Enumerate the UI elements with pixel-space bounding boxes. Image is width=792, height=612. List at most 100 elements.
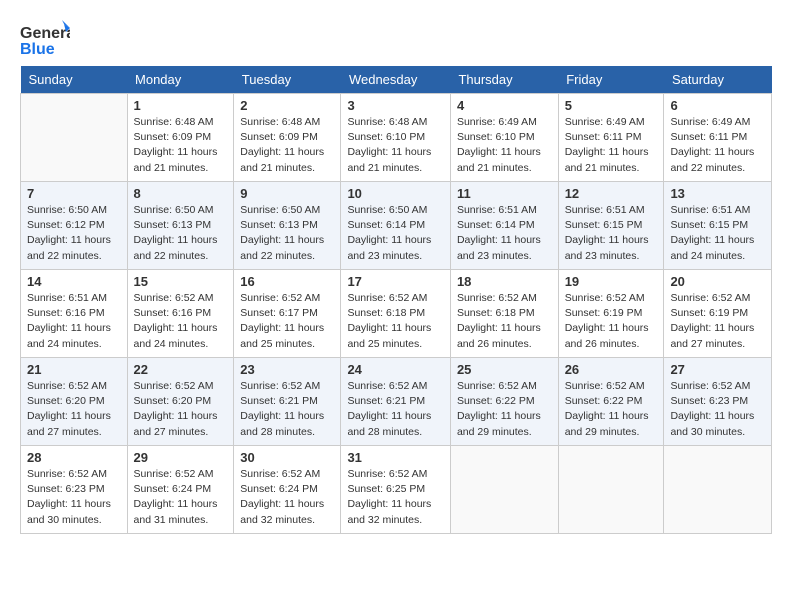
day-info: Sunrise: 6:52 AM Sunset: 6:21 PM Dayligh… xyxy=(240,379,334,440)
day-number: 10 xyxy=(347,186,444,201)
day-info: Sunrise: 6:52 AM Sunset: 6:18 PM Dayligh… xyxy=(347,291,444,352)
col-header-wednesday: Wednesday xyxy=(341,66,451,94)
day-info: Sunrise: 6:52 AM Sunset: 6:24 PM Dayligh… xyxy=(134,467,228,528)
day-number: 31 xyxy=(347,450,444,465)
week-row-3: 14 Sunrise: 6:51 AM Sunset: 6:16 PM Dayli… xyxy=(21,270,772,358)
svg-text:Blue: Blue xyxy=(20,41,55,58)
day-cell: 13 Sunrise: 6:51 AM Sunset: 6:15 PM Dayli… xyxy=(664,182,772,270)
day-number: 18 xyxy=(457,274,552,289)
day-info: Sunrise: 6:49 AM Sunset: 6:10 PM Dayligh… xyxy=(457,115,552,176)
col-header-sunday: Sunday xyxy=(21,66,128,94)
col-header-thursday: Thursday xyxy=(450,66,558,94)
day-cell: 17 Sunrise: 6:52 AM Sunset: 6:18 PM Dayli… xyxy=(341,270,451,358)
day-number: 1 xyxy=(134,98,228,113)
day-number: 21 xyxy=(27,362,121,377)
day-number: 2 xyxy=(240,98,334,113)
calendar-table: SundayMondayTuesdayWednesdayThursdayFrid… xyxy=(20,66,772,534)
day-number: 11 xyxy=(457,186,552,201)
day-cell: 5 Sunrise: 6:49 AM Sunset: 6:11 PM Daylig… xyxy=(558,94,664,182)
day-info: Sunrise: 6:51 AM Sunset: 6:16 PM Dayligh… xyxy=(27,291,121,352)
day-number: 28 xyxy=(27,450,121,465)
day-number: 16 xyxy=(240,274,334,289)
col-header-saturday: Saturday xyxy=(664,66,772,94)
day-number: 22 xyxy=(134,362,228,377)
day-info: Sunrise: 6:52 AM Sunset: 6:17 PM Dayligh… xyxy=(240,291,334,352)
day-info: Sunrise: 6:50 AM Sunset: 6:14 PM Dayligh… xyxy=(347,203,444,264)
day-number: 9 xyxy=(240,186,334,201)
day-number: 14 xyxy=(27,274,121,289)
day-cell: 18 Sunrise: 6:52 AM Sunset: 6:18 PM Dayli… xyxy=(450,270,558,358)
day-cell: 10 Sunrise: 6:50 AM Sunset: 6:14 PM Dayli… xyxy=(341,182,451,270)
day-cell: 1 Sunrise: 6:48 AM Sunset: 6:09 PM Daylig… xyxy=(127,94,234,182)
day-cell: 6Sunrise: 6:49 AM Sunset: 6:11 PM Daylig… xyxy=(664,94,772,182)
logo: General Blue xyxy=(20,18,70,60)
day-cell: 19 Sunrise: 6:52 AM Sunset: 6:19 PM Dayli… xyxy=(558,270,664,358)
day-cell: 9 Sunrise: 6:50 AM Sunset: 6:13 PM Daylig… xyxy=(234,182,341,270)
day-info: Sunrise: 6:50 AM Sunset: 6:12 PM Dayligh… xyxy=(27,203,121,264)
day-info: Sunrise: 6:52 AM Sunset: 6:16 PM Dayligh… xyxy=(134,291,228,352)
day-number: 17 xyxy=(347,274,444,289)
day-cell: 31 Sunrise: 6:52 AM Sunset: 6:25 PM Dayli… xyxy=(341,446,451,534)
day-info: Sunrise: 6:52 AM Sunset: 6:19 PM Dayligh… xyxy=(670,291,765,352)
day-info: Sunrise: 6:52 AM Sunset: 6:23 PM Dayligh… xyxy=(670,379,765,440)
day-info: Sunrise: 6:51 AM Sunset: 6:15 PM Dayligh… xyxy=(670,203,765,264)
day-number: 25 xyxy=(457,362,552,377)
day-info: Sunrise: 6:52 AM Sunset: 6:18 PM Dayligh… xyxy=(457,291,552,352)
week-row-2: 7Sunrise: 6:50 AM Sunset: 6:12 PM Daylig… xyxy=(21,182,772,270)
day-info: Sunrise: 6:51 AM Sunset: 6:14 PM Dayligh… xyxy=(457,203,552,264)
day-info: Sunrise: 6:48 AM Sunset: 6:09 PM Dayligh… xyxy=(240,115,334,176)
day-cell xyxy=(558,446,664,534)
header: General Blue xyxy=(20,18,772,60)
day-number: 26 xyxy=(565,362,658,377)
day-info: Sunrise: 6:48 AM Sunset: 6:10 PM Dayligh… xyxy=(347,115,444,176)
col-header-tuesday: Tuesday xyxy=(234,66,341,94)
day-number: 29 xyxy=(134,450,228,465)
day-cell: 28Sunrise: 6:52 AM Sunset: 6:23 PM Dayli… xyxy=(21,446,128,534)
day-number: 5 xyxy=(565,98,658,113)
day-info: Sunrise: 6:52 AM Sunset: 6:24 PM Dayligh… xyxy=(240,467,334,528)
day-info: Sunrise: 6:48 AM Sunset: 6:09 PM Dayligh… xyxy=(134,115,228,176)
day-number: 23 xyxy=(240,362,334,377)
day-number: 13 xyxy=(670,186,765,201)
day-info: Sunrise: 6:52 AM Sunset: 6:25 PM Dayligh… xyxy=(347,467,444,528)
day-cell: 29 Sunrise: 6:52 AM Sunset: 6:24 PM Dayli… xyxy=(127,446,234,534)
day-cell: 27 Sunrise: 6:52 AM Sunset: 6:23 PM Dayli… xyxy=(664,358,772,446)
day-number: 8 xyxy=(134,186,228,201)
day-info: Sunrise: 6:51 AM Sunset: 6:15 PM Dayligh… xyxy=(565,203,658,264)
day-cell: 8 Sunrise: 6:50 AM Sunset: 6:13 PM Daylig… xyxy=(127,182,234,270)
day-cell: 20Sunrise: 6:52 AM Sunset: 6:19 PM Dayli… xyxy=(664,270,772,358)
col-header-monday: Monday xyxy=(127,66,234,94)
day-cell: 15 Sunrise: 6:52 AM Sunset: 6:16 PM Dayli… xyxy=(127,270,234,358)
week-row-4: 21Sunrise: 6:52 AM Sunset: 6:20 PM Dayli… xyxy=(21,358,772,446)
page: General Blue SundayMondayTuesdayWednesda… xyxy=(0,0,792,544)
week-row-5: 28Sunrise: 6:52 AM Sunset: 6:23 PM Dayli… xyxy=(21,446,772,534)
day-number: 6 xyxy=(670,98,765,113)
day-cell xyxy=(450,446,558,534)
day-cell: 11 Sunrise: 6:51 AM Sunset: 6:14 PM Dayli… xyxy=(450,182,558,270)
logo-icon: General Blue xyxy=(20,18,70,60)
day-cell: 7Sunrise: 6:50 AM Sunset: 6:12 PM Daylig… xyxy=(21,182,128,270)
day-number: 19 xyxy=(565,274,658,289)
day-number: 15 xyxy=(134,274,228,289)
day-info: Sunrise: 6:50 AM Sunset: 6:13 PM Dayligh… xyxy=(134,203,228,264)
day-info: Sunrise: 6:52 AM Sunset: 6:22 PM Dayligh… xyxy=(565,379,658,440)
day-cell: 24 Sunrise: 6:52 AM Sunset: 6:21 PM Dayli… xyxy=(341,358,451,446)
day-info: Sunrise: 6:52 AM Sunset: 6:19 PM Dayligh… xyxy=(565,291,658,352)
day-cell: 3Sunrise: 6:48 AM Sunset: 6:10 PM Daylig… xyxy=(341,94,451,182)
day-cell: 12 Sunrise: 6:51 AM Sunset: 6:15 PM Dayli… xyxy=(558,182,664,270)
day-cell: 25 Sunrise: 6:52 AM Sunset: 6:22 PM Dayli… xyxy=(450,358,558,446)
day-info: Sunrise: 6:52 AM Sunset: 6:22 PM Dayligh… xyxy=(457,379,552,440)
day-cell: 4Sunrise: 6:49 AM Sunset: 6:10 PM Daylig… xyxy=(450,94,558,182)
day-number: 27 xyxy=(670,362,765,377)
day-info: Sunrise: 6:49 AM Sunset: 6:11 PM Dayligh… xyxy=(565,115,658,176)
day-cell: 2 Sunrise: 6:48 AM Sunset: 6:09 PM Daylig… xyxy=(234,94,341,182)
day-info: Sunrise: 6:52 AM Sunset: 6:21 PM Dayligh… xyxy=(347,379,444,440)
day-number: 12 xyxy=(565,186,658,201)
day-info: Sunrise: 6:50 AM Sunset: 6:13 PM Dayligh… xyxy=(240,203,334,264)
day-number: 24 xyxy=(347,362,444,377)
day-cell: 16 Sunrise: 6:52 AM Sunset: 6:17 PM Dayli… xyxy=(234,270,341,358)
svg-text:General: General xyxy=(20,25,70,42)
day-cell: 22Sunrise: 6:52 AM Sunset: 6:20 PM Dayli… xyxy=(127,358,234,446)
day-cell: 30Sunrise: 6:52 AM Sunset: 6:24 PM Dayli… xyxy=(234,446,341,534)
day-cell: 23 Sunrise: 6:52 AM Sunset: 6:21 PM Dayli… xyxy=(234,358,341,446)
